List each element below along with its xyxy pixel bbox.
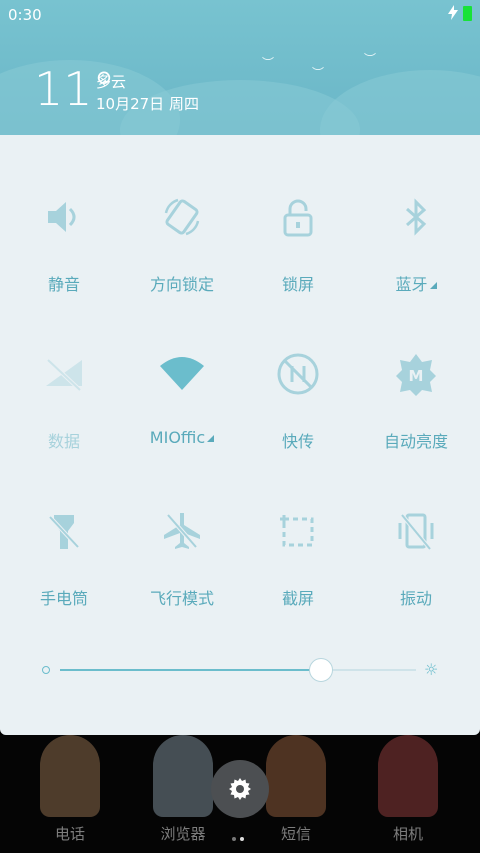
rotation-lock-icon xyxy=(164,198,200,236)
tile-flashlight[interactable]: 手电筒 xyxy=(4,449,124,608)
tile-auto-brightness[interactable]: M 自动亮度 xyxy=(356,292,476,451)
status-bar: 0:30 xyxy=(0,0,480,30)
dropdown-caret-icon xyxy=(429,282,437,289)
tile-wifi[interactable]: MIOffic xyxy=(122,292,242,449)
tile-label: 截屏 xyxy=(281,589,314,608)
dropdown-caret-icon xyxy=(207,435,215,442)
tile-mute[interactable]: 静音 xyxy=(4,135,124,294)
weather-header[interactable]: ︶ ︶ ︶ 0:30 11° 多云 10月27日 周四 xyxy=(0,0,480,135)
bird-decoration: ︶ xyxy=(262,56,275,70)
settings-button[interactable] xyxy=(211,760,269,818)
gear-icon xyxy=(229,778,251,800)
brightness-row: ☼ xyxy=(0,650,480,690)
app-label: 浏览器 xyxy=(160,825,206,843)
auto-brightness-icon: M xyxy=(396,354,436,396)
svg-text:M: M xyxy=(409,367,424,385)
brightness-high-icon: ☼ xyxy=(424,660,439,679)
app-icon xyxy=(266,735,326,817)
airplane-icon xyxy=(164,513,200,549)
app-icon xyxy=(153,735,213,817)
dock-app-camera[interactable]: 相机 xyxy=(348,735,468,853)
tile-screenshot[interactable]: 截屏 xyxy=(238,449,358,608)
quick-settings-panel: 静音 方向锁定 锁屏 蓝牙 数据 MIOffic 快传 M 自动亮度 手电筒 飞… xyxy=(0,135,480,735)
screenshot-icon xyxy=(280,515,314,547)
bird-decoration: ︶ xyxy=(364,52,377,66)
tile-label: 振动 xyxy=(399,589,432,608)
app-label: 相机 xyxy=(392,825,423,843)
cloud-decoration xyxy=(320,70,480,135)
mobile-data-off-icon xyxy=(46,358,82,392)
page-dot xyxy=(232,837,236,841)
tile-airplane-mode[interactable]: 飞行模式 xyxy=(122,449,242,608)
tile-quick-transfer[interactable]: 快传 xyxy=(238,292,358,451)
vibrate-icon xyxy=(398,513,434,551)
volume-icon xyxy=(48,202,76,232)
app-label: 短信 xyxy=(280,825,311,843)
bolt-icon xyxy=(448,5,458,24)
brightness-low-icon xyxy=(42,666,50,674)
tile-lock-screen[interactable]: 锁屏 xyxy=(238,135,358,294)
page-indicator xyxy=(232,826,248,841)
app-label: 电话 xyxy=(54,825,85,843)
tile-label: 飞行模式 xyxy=(149,589,214,608)
tile-bluetooth[interactable]: 蓝牙 xyxy=(356,135,476,294)
wifi-icon xyxy=(160,357,204,390)
weather-condition: 多云 xyxy=(96,73,127,91)
bluetooth-icon xyxy=(406,198,427,236)
tile-label: MIOffic xyxy=(122,428,242,447)
brightness-slider[interactable] xyxy=(60,658,416,682)
bird-decoration: ︶ xyxy=(312,66,325,80)
battery-icon xyxy=(463,6,472,21)
tile-label: 手电筒 xyxy=(39,589,88,608)
app-icon xyxy=(40,735,100,817)
date-text: 10月27日 周四 xyxy=(96,95,199,113)
app-icon xyxy=(378,735,438,817)
tile-vibrate[interactable]: 振动 xyxy=(356,449,476,608)
flashlight-icon xyxy=(48,515,80,549)
status-time: 0:30 xyxy=(8,6,42,24)
quick-transfer-icon xyxy=(277,353,319,395)
lock-icon xyxy=(283,199,313,237)
brightness-thumb[interactable] xyxy=(308,658,333,682)
tile-rotation-lock[interactable]: 方向锁定 xyxy=(122,135,242,294)
brightness-fill xyxy=(60,669,320,671)
dock-app-phone[interactable]: 电话 xyxy=(10,735,130,853)
tile-mobile-data[interactable]: 数据 xyxy=(4,292,124,451)
page-dot-active xyxy=(240,837,244,841)
